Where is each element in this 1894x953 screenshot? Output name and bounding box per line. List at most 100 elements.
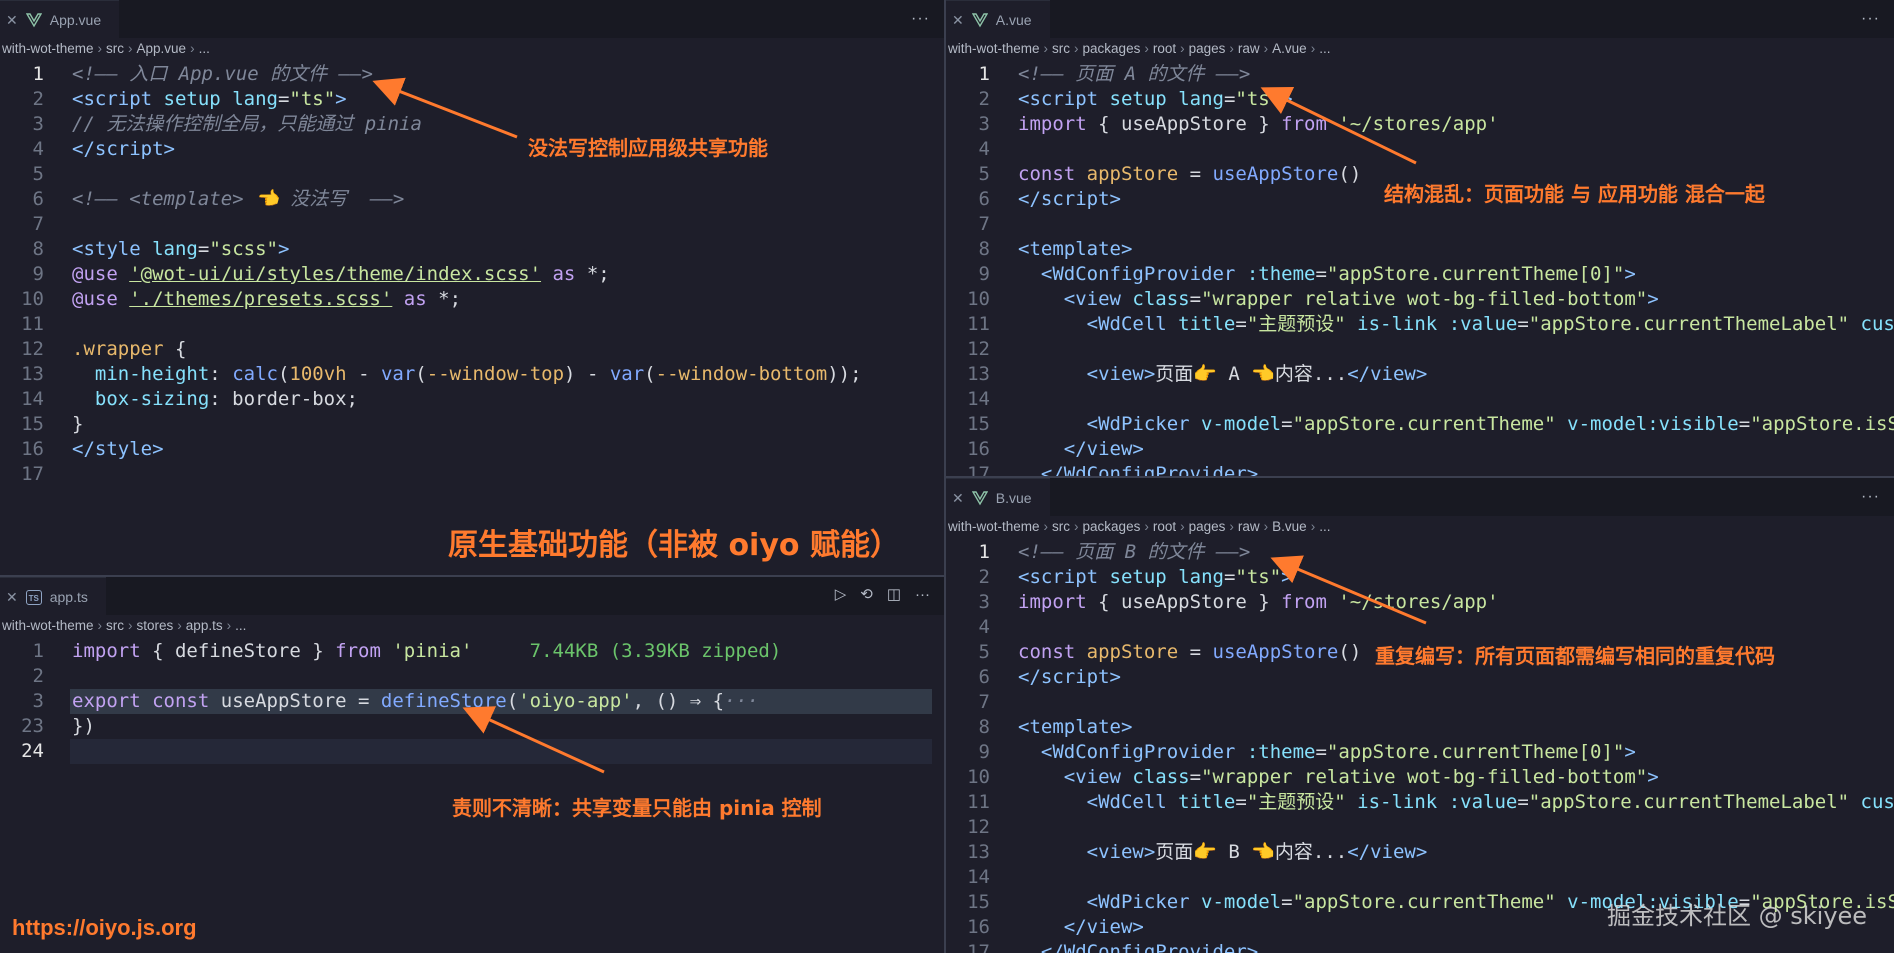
breadcrumb-item[interactable]: ... bbox=[1319, 41, 1330, 56]
code-line[interactable]: 3 import { useAppStore } from '~/stores/a… bbox=[946, 112, 1894, 137]
code-editor[interactable]: 1 import { defineStore } from 'pinia' 7.4… bbox=[0, 639, 944, 764]
code-line[interactable]: 2 <script setup lang="ts"> bbox=[946, 87, 1894, 112]
line-number: 10 bbox=[967, 288, 990, 310]
code-line[interactable]: 24 bbox=[0, 739, 944, 764]
code-line[interactable]: 3 // 无法操作控制全局，只能通过 pinia bbox=[0, 112, 944, 137]
more-actions-icon[interactable]: ··· bbox=[911, 10, 930, 28]
tab-a-vue[interactable]: ✕ A.vue bbox=[946, 0, 1050, 39]
code-editor[interactable]: 1 <!—— 页面 A 的文件 ——> 2 <script setup lang="t… bbox=[946, 62, 1894, 476]
code-line[interactable]: 1 <!—— 入口 App.vue 的文件 ——> bbox=[0, 62, 944, 87]
breadcrumb-item[interactable]: root bbox=[1153, 41, 1176, 56]
code-line[interactable]: 13 <view>页面👉 A 👈内容...</view> bbox=[946, 362, 1894, 387]
breadcrumb-item[interactable]: ... bbox=[199, 41, 210, 56]
code-line[interactable]: 11 bbox=[0, 312, 944, 337]
breadcrumb-item[interactable]: raw bbox=[1238, 519, 1260, 534]
more-actions-icon[interactable]: ··· bbox=[915, 586, 930, 603]
code-line[interactable]: 2 <script setup lang="ts"> bbox=[946, 565, 1894, 590]
tab-app-vue[interactable]: ✕ App.vue bbox=[0, 0, 120, 39]
code-line[interactable]: 11 <WdCell title="主题预设" is-link :value="… bbox=[946, 790, 1894, 815]
close-icon[interactable]: ✕ bbox=[952, 490, 964, 507]
code-line[interactable]: 16 </style> bbox=[0, 437, 944, 462]
code-line[interactable]: 7 bbox=[946, 212, 1894, 237]
code-line[interactable]: 8 <template> bbox=[946, 237, 1894, 262]
code-line[interactable]: 1 <!—— 页面 B 的文件 ——> bbox=[946, 540, 1894, 565]
code-line[interactable]: 10 <view class="wrapper relative wot-bg-… bbox=[946, 765, 1894, 790]
code-line[interactable]: 8 <template> bbox=[946, 715, 1894, 740]
code-line[interactable]: 1 import { defineStore } from 'pinia' 7.4… bbox=[0, 639, 944, 664]
code-line[interactable]: 13 min-height: calc(100vh - var(--window… bbox=[0, 362, 944, 387]
code-line[interactable]: 8 <style lang="scss"> bbox=[0, 237, 944, 262]
code-line[interactable]: 12 bbox=[946, 815, 1894, 840]
line-number: 4 bbox=[978, 138, 990, 160]
code-line[interactable]: 7 bbox=[946, 690, 1894, 715]
line-number: 3 bbox=[32, 690, 44, 712]
compare-icon[interactable]: ⟲ bbox=[860, 585, 873, 603]
breadcrumb-item[interactable]: B.vue bbox=[1272, 519, 1307, 534]
tab-b-vue[interactable]: ✕ B.vue bbox=[946, 478, 1050, 517]
code-line[interactable]: 14 bbox=[946, 387, 1894, 412]
code-line[interactable]: 14 bbox=[946, 865, 1894, 890]
code-line[interactable]: 3 export const useAppStore = defineStore(… bbox=[0, 689, 944, 714]
annotation-app-vue: 没法写控制应用级共享功能 bbox=[528, 136, 768, 160]
code-line[interactable]: 2 <script setup lang="ts"> bbox=[0, 87, 944, 112]
breadcrumb-item[interactable]: packages bbox=[1083, 519, 1141, 534]
code-line[interactable]: 10 @use './themes/presets.scss' as *; bbox=[0, 287, 944, 312]
breadcrumb-item[interactable]: src bbox=[1052, 519, 1070, 534]
code-line[interactable]: 5 bbox=[0, 162, 944, 187]
breadcrumb-item[interactable]: with-wot-theme bbox=[2, 41, 94, 56]
code-line[interactable]: 4 </script> bbox=[0, 137, 944, 162]
breadcrumb-item[interactable]: ... bbox=[235, 618, 246, 633]
code-line[interactable]: 13 <view>页面👉 B 👈内容...</view> bbox=[946, 840, 1894, 865]
more-actions-icon[interactable]: ··· bbox=[1861, 10, 1880, 28]
code-line[interactable]: 12 bbox=[946, 337, 1894, 362]
close-icon[interactable]: ✕ bbox=[952, 12, 964, 29]
code-line[interactable]: 1 <!—— 页面 A 的文件 ——> bbox=[946, 62, 1894, 87]
code-editor[interactable]: 1 <!—— 页面 B 的文件 ——> 2 <script setup lang="t… bbox=[946, 540, 1894, 953]
code-line[interactable]: 14 box-sizing: border-box; bbox=[0, 387, 944, 412]
code-line[interactable]: 7 bbox=[0, 212, 944, 237]
breadcrumb-item[interactable]: App.vue bbox=[137, 41, 187, 56]
breadcrumb-item[interactable]: pages bbox=[1189, 41, 1226, 56]
code-line[interactable]: 9 @use '@wot-ui/ui/styles/theme/index.scs… bbox=[0, 262, 944, 287]
close-icon[interactable]: ✕ bbox=[6, 12, 18, 29]
code-line[interactable]: 10 <view class="wrapper relative wot-bg-… bbox=[946, 287, 1894, 312]
code-line[interactable]: 4 bbox=[946, 615, 1894, 640]
code-line[interactable]: 3 import { useAppStore } from '~/stores/a… bbox=[946, 590, 1894, 615]
code-line[interactable]: 11 <WdCell title="主题预设" is-link :value="… bbox=[946, 312, 1894, 337]
breadcrumb-item[interactable]: src bbox=[106, 618, 124, 633]
code-line[interactable]: 23}) bbox=[0, 714, 944, 739]
code-line[interactable]: 12 .wrapper { bbox=[0, 337, 944, 362]
breadcrumb-item[interactable]: raw bbox=[1238, 41, 1260, 56]
code-line[interactable]: 9 <WdConfigProvider :theme="appStore.cur… bbox=[946, 262, 1894, 287]
code-line[interactable]: 17 bbox=[0, 462, 944, 487]
code-line[interactable]: 9 <WdConfigProvider :theme="appStore.cur… bbox=[946, 740, 1894, 765]
breadcrumb-item[interactable]: app.ts bbox=[186, 618, 223, 633]
breadcrumb-item[interactable]: with-wot-theme bbox=[948, 519, 1040, 534]
site-url[interactable]: https://oiyo.js.org bbox=[12, 915, 197, 941]
close-icon[interactable]: ✕ bbox=[6, 589, 18, 606]
breadcrumb-item[interactable]: pages bbox=[1189, 519, 1226, 534]
code-line[interactable]: 15 <WdPicker v-model="appStore.currentTh… bbox=[946, 412, 1894, 437]
breadcrumb-item[interactable]: src bbox=[106, 41, 124, 56]
breadcrumb-item[interactable]: ... bbox=[1319, 519, 1330, 534]
breadcrumb-item[interactable]: A.vue bbox=[1272, 41, 1307, 56]
line-number: 9 bbox=[32, 263, 44, 285]
code-line[interactable]: 2 bbox=[0, 664, 944, 689]
breadcrumb-item[interactable]: root bbox=[1153, 519, 1176, 534]
breadcrumb-item[interactable]: stores bbox=[137, 618, 174, 633]
code-line[interactable]: 4 bbox=[946, 137, 1894, 162]
code-line[interactable]: 17 </WdConfigProvider> bbox=[946, 462, 1894, 476]
code-line[interactable]: 6 <!—— <template> 👈 没法写 ——> bbox=[0, 187, 944, 212]
tab-app-ts[interactable]: ✕ TS app.ts bbox=[0, 577, 106, 616]
code-line[interactable]: 17 </WdConfigProvider> bbox=[946, 940, 1894, 953]
breadcrumb-item[interactable]: with-wot-theme bbox=[2, 618, 94, 633]
code-line[interactable]: 16 </view> bbox=[946, 437, 1894, 462]
code-line[interactable]: 15} bbox=[0, 412, 944, 437]
split-editor-icon[interactable]: ◫ bbox=[887, 585, 901, 603]
breadcrumb-item[interactable]: packages bbox=[1083, 41, 1141, 56]
run-icon[interactable]: ▷ bbox=[835, 585, 847, 603]
more-actions-icon[interactable]: ··· bbox=[1861, 488, 1880, 506]
breadcrumb-item[interactable]: with-wot-theme bbox=[948, 41, 1040, 56]
breadcrumb-item[interactable]: src bbox=[1052, 41, 1070, 56]
code-editor[interactable]: 1 <!—— 入口 App.vue 的文件 ——> 2 <script setup l… bbox=[0, 62, 944, 487]
